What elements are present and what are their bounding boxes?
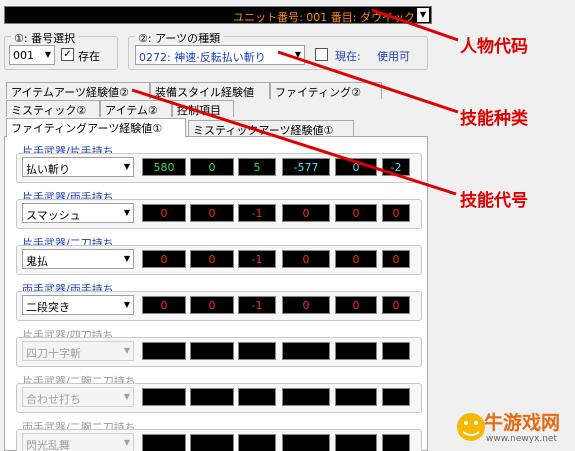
watermark-text: 牛游戏网 bbox=[484, 412, 561, 434]
annotation-skill-type: 技能种类 bbox=[460, 109, 528, 129]
watermark-url: www.newyx.net bbox=[486, 434, 558, 444]
annotation-lines bbox=[131, 8, 459, 196]
annotation-skill-code: 技能代号 bbox=[460, 191, 528, 211]
annotation-character-code: 人物代码 bbox=[460, 37, 528, 57]
tab-fighting-arts-exp[interactable]: ファイティングアーツ経験値① bbox=[6, 118, 186, 137]
annotation-line-skill-code bbox=[131, 88, 457, 196]
annotation-line-skill-type bbox=[277, 50, 459, 114]
annotation-line-character bbox=[371, 8, 459, 42]
